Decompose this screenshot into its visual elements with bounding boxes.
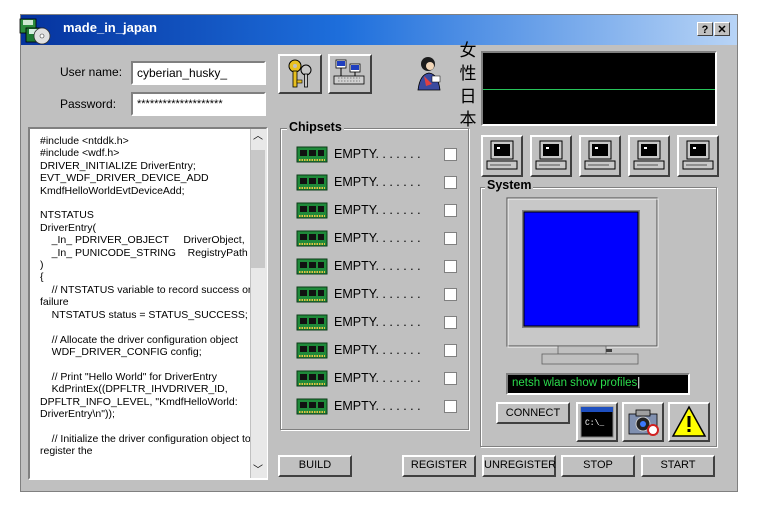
chipset-label: EMPTY. . . . . . .: [334, 175, 421, 189]
chipset-checkbox[interactable]: [444, 148, 457, 161]
chip-icon: [296, 202, 328, 219]
chipset-row: EMPTY. . . . . . .: [296, 227, 466, 251]
close-button[interactable]: ✕: [714, 22, 730, 36]
computer-icon: [682, 140, 714, 170]
chipset-checkbox[interactable]: [444, 372, 457, 385]
terminal-prompt: C:\_: [585, 419, 604, 428]
japanese-text: 女 性 日 本: [457, 40, 479, 132]
warning-icon: [671, 405, 707, 437]
chip-icon: [296, 174, 328, 191]
chipset-label: EMPTY. . . . . . .: [334, 399, 421, 413]
username-label: User name:: [60, 65, 123, 79]
network-icon: [333, 59, 365, 85]
monitor-buttons: [481, 135, 721, 179]
signal-line: [483, 89, 715, 90]
chipset-checkbox[interactable]: [444, 344, 457, 357]
chipsets-title: Chipsets: [287, 120, 344, 134]
password-input[interactable]: ********************: [131, 92, 266, 116]
start-button[interactable]: START: [641, 455, 715, 477]
terminal-button[interactable]: C:\_: [576, 402, 618, 442]
username-input[interactable]: cyberian_husky_: [131, 61, 266, 85]
chipset-checkbox[interactable]: [444, 260, 457, 273]
computer-icon: [633, 140, 665, 170]
chip-icon: [296, 398, 328, 415]
chipset-label: EMPTY. . . . . . .: [334, 259, 421, 273]
chip-icon: [296, 370, 328, 387]
computer-button[interactable]: [677, 135, 719, 177]
chip-icon: [296, 230, 328, 247]
camera-icon: [628, 409, 659, 436]
build-button[interactable]: BUILD: [278, 455, 352, 477]
computer-button[interactable]: [579, 135, 621, 177]
scroll-thumb[interactable]: [251, 150, 265, 268]
chip-icon: [296, 314, 328, 331]
computer-icon: [584, 140, 616, 170]
terminal-icon: C:\_: [580, 406, 614, 438]
register-button[interactable]: REGISTER: [402, 455, 476, 477]
chipset-label: EMPTY. . . . . . .: [334, 231, 421, 245]
chipset-label: EMPTY. . . . . . .: [334, 371, 421, 385]
chipset-row: EMPTY. . . . . . .: [296, 367, 466, 391]
password-label: Password:: [60, 97, 117, 111]
computer-icon: [486, 140, 518, 170]
chipset-label: EMPTY. . . . . . .: [334, 287, 421, 301]
chipset-row: EMPTY. . . . . . .: [296, 199, 466, 223]
chipset-label: EMPTY. . . . . . .: [334, 343, 421, 357]
chipset-row: EMPTY. . . . . . .: [296, 255, 466, 279]
keys-icon: [288, 59, 312, 88]
system-title: System: [485, 178, 534, 192]
computer-button[interactable]: [481, 135, 523, 177]
connect-button[interactable]: CONNECT: [496, 402, 570, 424]
unregister-button[interactable]: UNREGISTER: [482, 455, 556, 477]
chipset-label: EMPTY. . . . . . .: [334, 203, 421, 217]
computer-button[interactable]: [530, 135, 572, 177]
chipset-row: EMPTY. . . . . . .: [296, 171, 466, 195]
chip-icon: [296, 286, 328, 303]
chipset-row: EMPTY. . . . . . .: [296, 339, 466, 363]
chipset-checkbox[interactable]: [444, 288, 457, 301]
chip-icon: [296, 258, 328, 275]
chipset-label: EMPTY. . . . . . .: [334, 147, 421, 161]
scroll-down-icon[interactable]: ﹀: [251, 464, 265, 478]
scroll-up-icon[interactable]: ︿: [251, 130, 265, 144]
code-editor[interactable]: #include <ntddk.h> #include <wdf.h> DRIV…: [28, 127, 268, 480]
keys-button[interactable]: [278, 54, 322, 94]
chipset-checkbox[interactable]: [444, 316, 457, 329]
warning-button[interactable]: [668, 402, 710, 442]
chipset-checkbox[interactable]: [444, 204, 457, 217]
command-input[interactable]: netsh wlan show profiles|: [506, 373, 690, 395]
camera-button[interactable]: [622, 402, 664, 442]
computer-button[interactable]: [628, 135, 670, 177]
jp-char: 性: [459, 64, 477, 84]
app-icon: [19, 18, 51, 45]
network-button[interactable]: [328, 54, 372, 94]
jp-char: 女: [459, 41, 477, 61]
crt-monitor-icon: [506, 197, 659, 365]
chipset-label: EMPTY. . . . . . .: [334, 315, 421, 329]
chipset-row: EMPTY. . . . . . .: [296, 143, 466, 167]
jp-char: 日: [459, 87, 477, 107]
chipset-checkbox[interactable]: [444, 232, 457, 245]
chipset-checkbox[interactable]: [444, 176, 457, 189]
chipset-row: EMPTY. . . . . . .: [296, 395, 466, 419]
signal-display: [481, 51, 717, 126]
computer-icon: [535, 140, 567, 170]
chip-icon: [296, 342, 328, 359]
window-title: made_in_japan: [63, 20, 157, 35]
stop-button[interactable]: STOP: [561, 455, 635, 477]
help-button[interactable]: ?: [697, 22, 713, 36]
chipset-checkbox[interactable]: [444, 400, 457, 413]
user-avatar-icon: [417, 57, 441, 91]
chip-icon: [296, 146, 328, 163]
chipset-row: EMPTY. . . . . . .: [296, 311, 466, 335]
chipset-row: EMPTY. . . . . . .: [296, 283, 466, 307]
